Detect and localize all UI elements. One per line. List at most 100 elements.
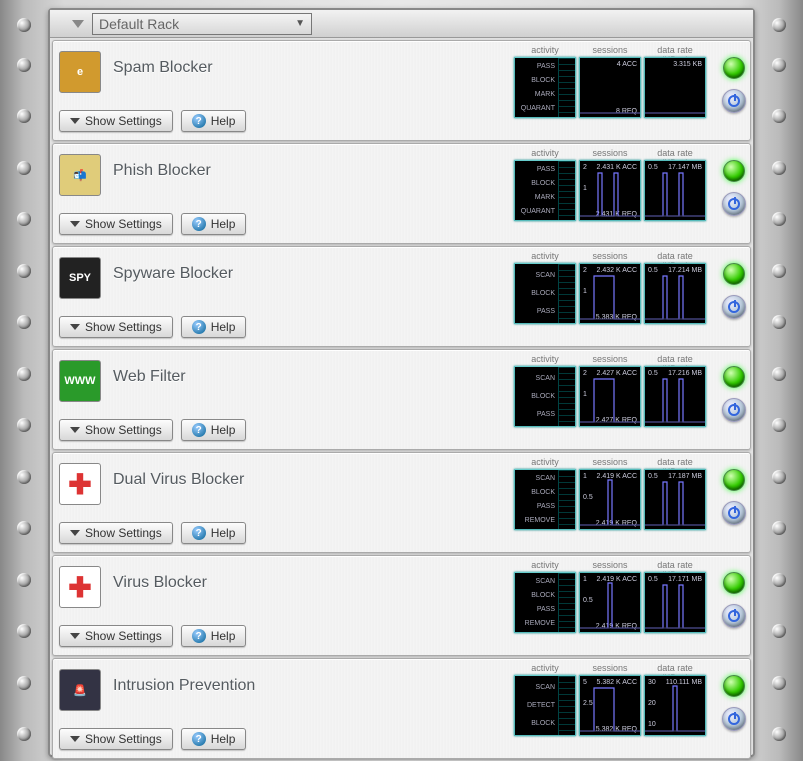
monitor-label: sessions (579, 560, 641, 572)
monitor-label: data rate (KBps) (644, 457, 706, 469)
data-rate-monitor: data rate (KBps) 3.315 KB (644, 45, 706, 118)
module-icon: ✚ (59, 463, 101, 505)
power-button[interactable] (722, 501, 746, 525)
collapse-icon[interactable] (72, 20, 84, 28)
power-icon (728, 507, 740, 519)
data-rate-monitor: data rate (KBps) 0.5 17.216 MB (644, 354, 706, 427)
sessions-monitor: sessions 4 ACC 8 REQ (579, 45, 641, 118)
power-icon (728, 198, 740, 210)
help-button[interactable]: ?Help (181, 728, 247, 750)
chevron-down-icon (70, 530, 80, 536)
chevron-down-icon: ▼ (295, 18, 305, 29)
help-button[interactable]: ?Help (181, 316, 247, 338)
monitors: activity PASSBLOCKMARKQUARANT sessions 2… (514, 148, 706, 221)
module-title: Dual Virus Blocker (113, 471, 244, 489)
activity-row-label: PASS (517, 606, 555, 613)
power-button[interactable] (722, 192, 746, 216)
chevron-down-icon (70, 736, 80, 742)
power-button[interactable] (722, 604, 746, 628)
show-settings-button[interactable]: Show Settings (59, 110, 173, 132)
module-row: ✚ Dual Virus Blocker Show Settings ?Help… (52, 452, 751, 553)
status-led-icon (723, 160, 745, 182)
activity-row-label: BLOCK (517, 393, 555, 400)
sessions-monitor: sessions 21 2.431 K ACC 2.431 K REQ (579, 148, 641, 221)
screw-icon (17, 367, 31, 381)
module-title: Web Filter (113, 368, 186, 386)
screw-icon (772, 264, 786, 278)
help-button[interactable]: ?Help (181, 213, 247, 235)
chevron-down-icon (70, 427, 80, 433)
activity-row-label: REMOVE (517, 620, 555, 627)
screw-icon (17, 109, 31, 123)
button-label: Help (211, 114, 236, 128)
button-label: Show Settings (85, 526, 162, 540)
data-rate-monitor: data rate (KBps) 0.5 17.171 MB (644, 560, 706, 633)
module-row: 🚨 Intrusion Prevention Show Settings ?He… (52, 658, 751, 759)
show-settings-button[interactable]: Show Settings (59, 316, 173, 338)
module-title: Intrusion Prevention (113, 677, 255, 695)
power-button[interactable] (722, 89, 746, 113)
button-label: Show Settings (85, 114, 162, 128)
activity-row-label: BLOCK (517, 720, 555, 727)
screw-icon (772, 418, 786, 432)
button-label: Help (211, 423, 236, 437)
button-label: Help (211, 732, 236, 746)
rack-panel: Default Rack ▼ e Spam Blocker Show Setti… (48, 8, 755, 757)
activity-row-label: PASS (517, 308, 555, 315)
show-settings-button[interactable]: Show Settings (59, 728, 173, 750)
rack-selector[interactable]: Default Rack ▼ (92, 13, 312, 35)
power-button[interactable] (722, 295, 746, 319)
help-button[interactable]: ?Help (181, 522, 247, 544)
power-button[interactable] (722, 398, 746, 422)
monitor-label: sessions (579, 663, 641, 675)
activity-row-label: PASS (517, 63, 555, 70)
monitor-label: sessions (579, 251, 641, 263)
screw-icon (17, 470, 31, 484)
screw-icon (772, 727, 786, 741)
right-rail (755, 0, 803, 761)
power-button[interactable] (722, 707, 746, 731)
module-row: ✚ Virus Blocker Show Settings ?Help acti… (52, 555, 751, 656)
activity-row-label: MARK (517, 91, 555, 98)
module-icon: WWW (59, 360, 101, 402)
monitor-label: sessions (579, 457, 641, 469)
show-settings-button[interactable]: Show Settings (59, 522, 173, 544)
monitor-label: activity (514, 251, 576, 263)
activity-row-label: SCAN (517, 578, 555, 585)
module-title: Phish Blocker (113, 162, 211, 180)
modules-list: e Spam Blocker Show Settings ?Help activ… (50, 38, 753, 761)
status-led-icon (723, 263, 745, 285)
screw-icon (772, 58, 786, 72)
button-label: Help (211, 320, 236, 334)
monitor-label: sessions (579, 45, 641, 57)
module-row: e Spam Blocker Show Settings ?Help activ… (52, 40, 751, 141)
show-settings-button[interactable]: Show Settings (59, 419, 173, 441)
activity-monitor: activity SCANBLOCKPASS (514, 251, 576, 324)
monitor-label: activity (514, 354, 576, 366)
screw-icon (17, 573, 31, 587)
data-rate-monitor: data rate (KBps) 0.5 17.214 MB (644, 251, 706, 324)
screw-icon (17, 161, 31, 175)
chevron-down-icon (70, 118, 80, 124)
show-settings-button[interactable]: Show Settings (59, 213, 173, 235)
status-led-icon (723, 469, 745, 491)
show-settings-button[interactable]: Show Settings (59, 625, 173, 647)
rack-header: Default Rack ▼ (50, 10, 753, 38)
monitors: activity SCANDETECTBLOCK sessions 52.5 5… (514, 663, 706, 736)
screw-icon (772, 367, 786, 381)
status-led-icon (723, 57, 745, 79)
help-button[interactable]: ?Help (181, 625, 247, 647)
activity-row-label: BLOCK (517, 592, 555, 599)
sessions-monitor: sessions 21 2.427 K ACC 2.427 K REQ (579, 354, 641, 427)
power-icon (728, 404, 740, 416)
chevron-down-icon (70, 221, 80, 227)
activity-row-label: PASS (517, 166, 555, 173)
screw-icon (772, 109, 786, 123)
status-led-icon (723, 572, 745, 594)
help-button[interactable]: ?Help (181, 110, 247, 132)
status-led-icon (723, 366, 745, 388)
activity-monitor: activity SCANBLOCKPASSREMOVE (514, 457, 576, 530)
button-label: Help (211, 217, 236, 231)
module-title: Spam Blocker (113, 59, 213, 77)
help-button[interactable]: ?Help (181, 419, 247, 441)
